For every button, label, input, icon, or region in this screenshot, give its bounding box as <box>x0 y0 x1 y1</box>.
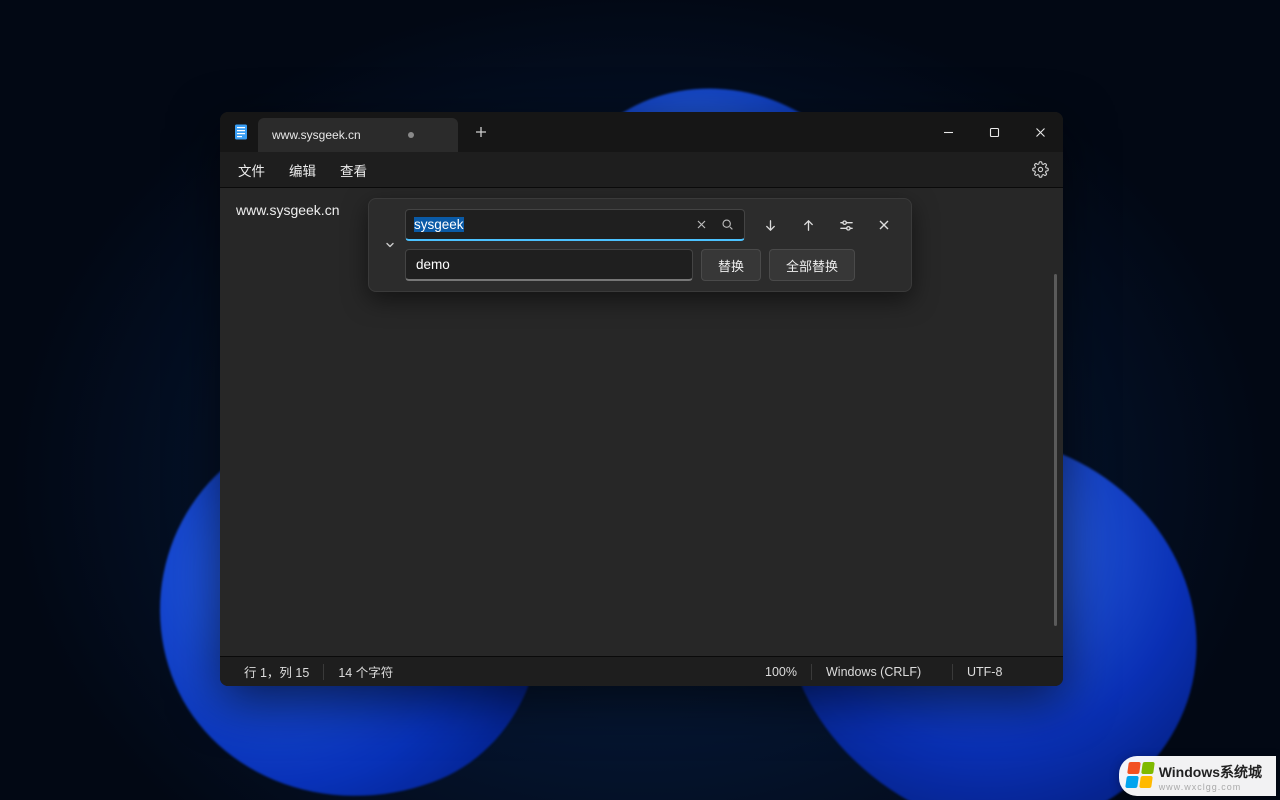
editor-content: www.sysgeek.cn <box>236 202 339 218</box>
status-encoding[interactable]: UTF-8 <box>953 657 1053 686</box>
menu-file[interactable]: 文件 <box>226 156 277 184</box>
tab-title: www.sysgeek.cn <box>272 128 361 142</box>
status-zoom[interactable]: 100% <box>751 657 811 686</box>
replace-button[interactable]: 替换 <box>701 249 761 281</box>
menu-view[interactable]: 查看 <box>328 156 379 184</box>
close-panel-button[interactable] <box>867 209 901 241</box>
replace-input[interactable] <box>405 249 693 281</box>
menu-edit[interactable]: 编辑 <box>277 156 328 184</box>
search-field-wrap <box>405 209 745 241</box>
document-tab[interactable]: www.sysgeek.cn <box>258 118 458 152</box>
collapse-toggle-button[interactable] <box>375 229 405 261</box>
maximize-button[interactable] <box>971 112 1017 152</box>
search-icon[interactable] <box>714 212 740 238</box>
watermark-title: Windows系统城 <box>1159 764 1262 780</box>
titlebar[interactable]: www.sysgeek.cn <box>220 112 1063 152</box>
search-options-button[interactable] <box>829 209 863 241</box>
vertical-scrollbar[interactable] <box>1054 274 1057 626</box>
watermark-logo-icon <box>1125 762 1155 788</box>
search-nav-group <box>745 209 901 241</box>
settings-button[interactable] <box>1023 155 1057 185</box>
close-button[interactable] <box>1017 112 1063 152</box>
find-previous-button[interactable] <box>791 209 825 241</box>
editor-area[interactable]: www.sysgeek.cn <box>220 188 1063 656</box>
find-replace-panel: 替换 全部替换 <box>368 198 912 292</box>
watermark-badge: Windows系统城 www.wxclgg.com <box>1119 756 1276 796</box>
notepad-window: www.sysgeek.cn 文件 编辑 查看 <box>220 112 1063 686</box>
watermark-subtext: www.wxclgg.com <box>1159 782 1262 792</box>
menubar: 文件 编辑 查看 <box>220 152 1063 188</box>
status-line-ending[interactable]: Windows (CRLF) <box>812 657 952 686</box>
find-next-button[interactable] <box>753 209 787 241</box>
minimize-button[interactable] <box>925 112 971 152</box>
window-controls <box>925 112 1063 152</box>
notepad-icon <box>232 123 250 141</box>
unsaved-indicator-icon <box>408 132 414 138</box>
statusbar: 行 1，列 15 14 个字符 100% Windows (CRLF) UTF-… <box>220 656 1063 686</box>
new-tab-button[interactable] <box>464 117 498 147</box>
search-input[interactable] <box>414 217 688 232</box>
status-char-count: 14 个字符 <box>324 657 407 686</box>
replace-all-button[interactable]: 全部替换 <box>769 249 855 281</box>
clear-search-button[interactable] <box>688 212 714 238</box>
status-cursor-position[interactable]: 行 1，列 15 <box>230 657 323 686</box>
